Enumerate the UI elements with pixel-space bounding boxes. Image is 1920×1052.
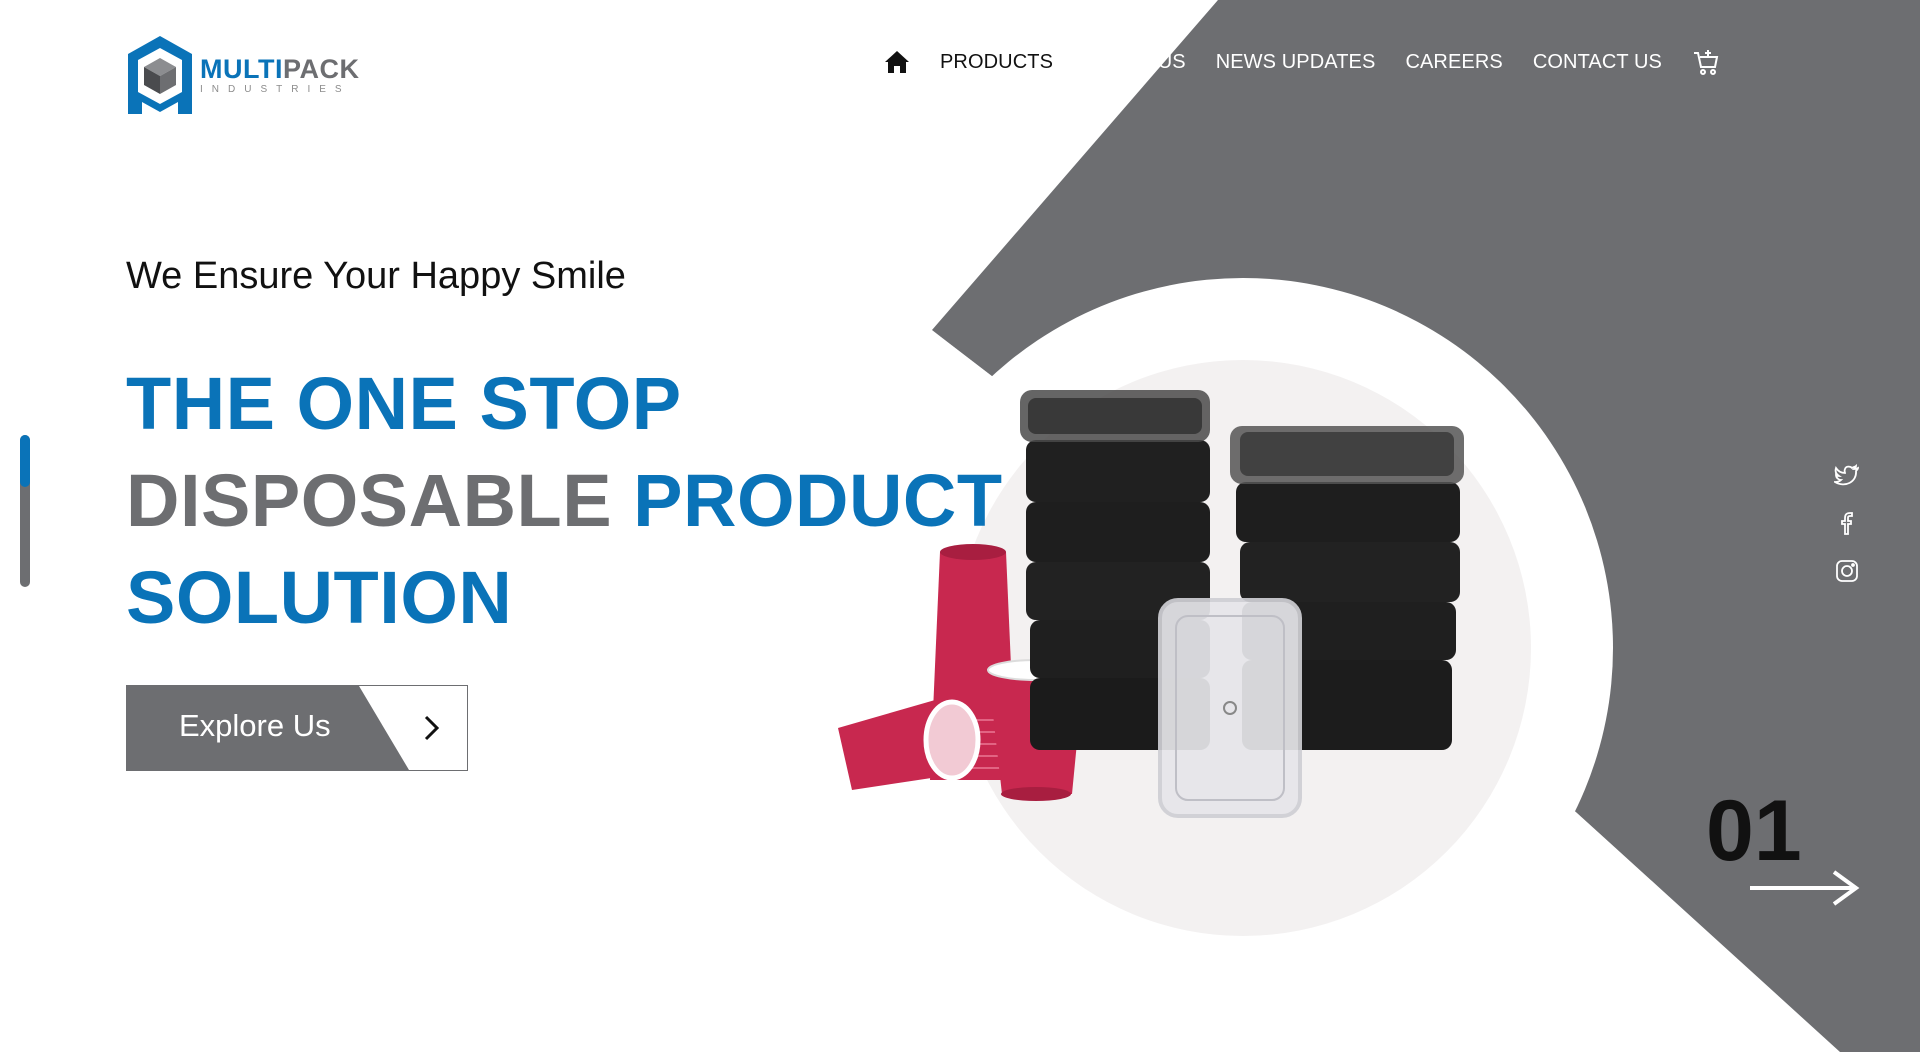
nav-item-contact-us[interactable]: CONTACT US xyxy=(1533,51,1662,74)
tipped-red-cup xyxy=(838,698,981,790)
explore-us-button[interactable]: Explore Us xyxy=(126,685,468,771)
nav-item-news-updates[interactable]: NEWS UPDATES xyxy=(1216,51,1376,74)
twitter-icon[interactable] xyxy=(1831,462,1860,488)
home-icon[interactable] xyxy=(884,49,910,75)
main-nav: PRODUCTS ABOUT US NEWS UPDATES CAREERS C… xyxy=(884,48,1720,76)
brand-name-part1: MULTI xyxy=(200,53,283,84)
slide-number: 01 xyxy=(1706,783,1802,879)
facebook-icon[interactable] xyxy=(1834,510,1860,536)
explore-us-label: Explore Us xyxy=(179,708,331,743)
brand-tagline: INDUSTRIES xyxy=(200,83,351,95)
nav-item-products[interactable]: PRODUCTS xyxy=(940,51,1053,74)
clear-container xyxy=(1158,598,1302,818)
nav-item-about-us[interactable]: ABOUT US xyxy=(1083,51,1186,74)
page: MULTIPACK INDUSTRIES PRODUCTS ABOUT US N… xyxy=(0,0,1920,1052)
headline-line2-gray: DISPOSABLE xyxy=(126,459,613,542)
cart-icon[interactable] xyxy=(1692,48,1720,76)
chevron-right-icon xyxy=(415,712,447,744)
social-links xyxy=(1831,462,1860,584)
product-image xyxy=(838,390,1464,818)
logo-mark-icon xyxy=(128,36,192,114)
slide-progress-thumb[interactable] xyxy=(20,435,30,487)
nav-item-careers[interactable]: CAREERS xyxy=(1405,51,1502,74)
hero-tagline: We Ensure Your Happy Smile xyxy=(126,255,626,297)
next-slide-arrow-icon[interactable] xyxy=(1748,868,1860,908)
brand-name-part2: PACK xyxy=(282,53,360,84)
logo[interactable]: MULTIPACK INDUSTRIES xyxy=(126,34,360,116)
instagram-icon[interactable] xyxy=(1834,558,1860,584)
